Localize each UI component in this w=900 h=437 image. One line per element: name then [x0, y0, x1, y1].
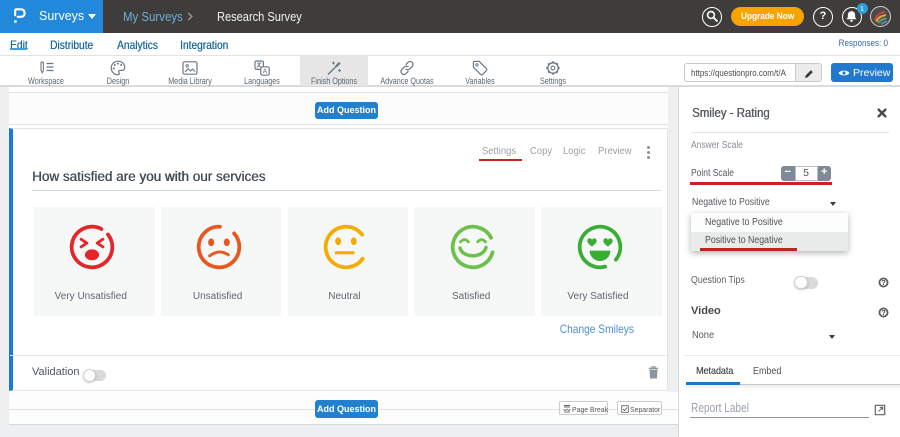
- svg-text:?: ?: [881, 278, 886, 287]
- svg-text:A: A: [263, 68, 268, 75]
- svg-text:?: ?: [881, 308, 886, 317]
